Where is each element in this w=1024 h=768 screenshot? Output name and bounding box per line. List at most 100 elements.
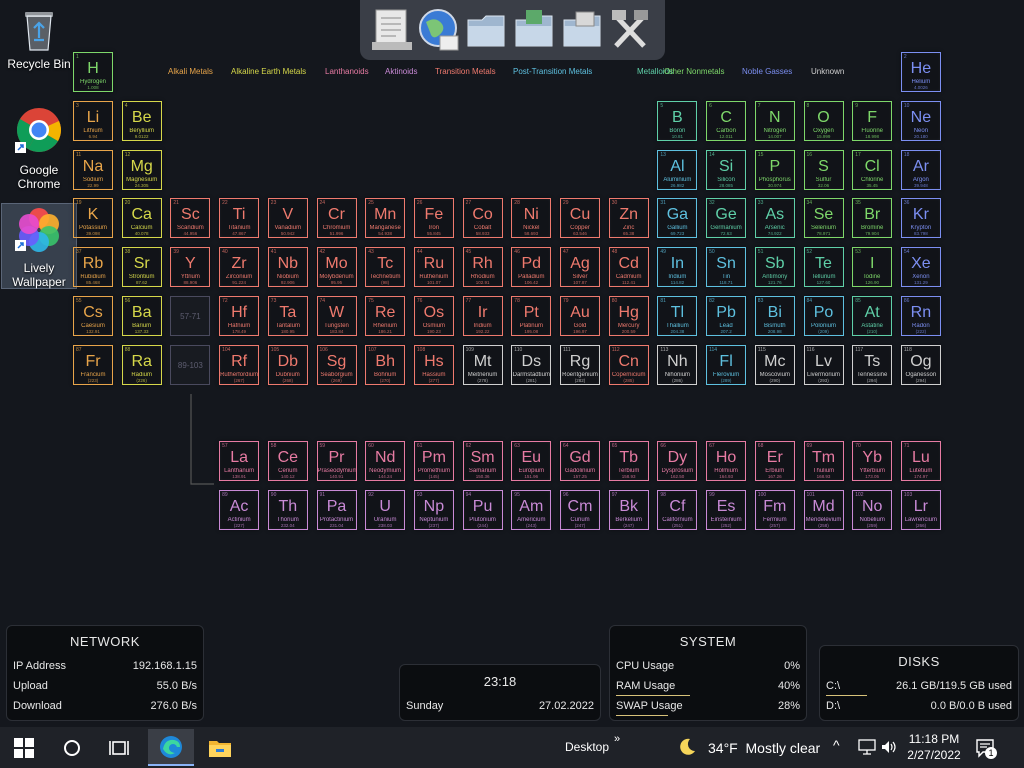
element-cell[interactable]: 92 U Uranium 238.03: [365, 489, 406, 530]
element-cell[interactable]: 81 Tl Thallium 204.38: [657, 296, 698, 336]
element-cell[interactable]: 37 Rb Rubidium 85.468: [73, 247, 113, 288]
element-cell[interactable]: 80 Hg Mercury 200.59: [608, 296, 649, 336]
element-cell[interactable]: 38 Sr Strontium 87.62: [121, 247, 162, 288]
toolbar-chevron-icon[interactable]: »: [614, 733, 620, 745]
element-cell[interactable]: 10 Ne Neon 20.180: [900, 100, 941, 141]
taskbar-explorer-button[interactable]: [208, 737, 232, 764]
element-cell[interactable]: 74 W Tungsten 183.84: [316, 296, 357, 336]
element-cell[interactable]: 89 Ac Actinium (227): [219, 489, 260, 530]
element-cell[interactable]: 39 Y Yttrium 88.906: [170, 247, 211, 288]
element-cell[interactable]: 48 Cd Cadmium 112.41: [608, 247, 649, 288]
element-cell[interactable]: 69 Tm Thulium 168.93: [803, 441, 844, 481]
element-cell[interactable]: 18 Ar Argon 39.948: [900, 149, 941, 190]
element-cell[interactable]: 62 Sm Samarium 150.36: [462, 441, 503, 481]
element-cell[interactable]: 88 Ra Radium (226): [121, 344, 162, 385]
element-cell[interactable]: 87 Fr Francium (223): [73, 344, 113, 385]
element-cell[interactable]: 41 Nb Niobium 92.906: [267, 247, 308, 288]
element-cell[interactable]: 111 Rg Roentgenium (282): [560, 344, 600, 385]
element-cell[interactable]: 113 Nh Nihonium (286): [657, 344, 698, 385]
element-cell[interactable]: 52 Te Tellurium 127.60: [803, 247, 844, 288]
element-cell[interactable]: 114 Fl Flerovium (289): [706, 344, 747, 385]
element-cell[interactable]: 108 Hs Hassium (277): [413, 344, 454, 385]
weather-text[interactable]: 34°F Mostly clear: [708, 740, 820, 756]
element-cell[interactable]: 6 C Carbon 12.011: [706, 100, 747, 141]
element-cell[interactable]: 86 Rn Radon (222): [900, 296, 941, 336]
element-cell[interactable]: 24 Cr Chromium 51.996: [316, 198, 357, 239]
element-cell[interactable]: 91 Pa Protactinium 231.04: [316, 489, 357, 530]
element-cell[interactable]: 1 H Hydrogen 1.008: [73, 52, 113, 92]
element-cell[interactable]: 98 Cf Californium (251): [657, 489, 698, 530]
element-cell[interactable]: 17 Cl Chlorine 35.45: [852, 149, 893, 190]
element-cell[interactable]: 63 Eu Europium 151.96: [511, 441, 552, 481]
element-cell[interactable]: 116 Lv Livermorium (293): [803, 344, 844, 385]
element-cell[interactable]: 12 Mg Magnesium 24.305: [121, 149, 162, 190]
element-cell[interactable]: 57 La Lanthanum 138.91: [219, 441, 260, 481]
element-cell[interactable]: 75 Re Rhenium 186.21: [365, 296, 406, 336]
weather-moon-icon[interactable]: [676, 736, 698, 763]
element-cell[interactable]: 49 In Indium 114.82: [657, 247, 698, 288]
element-cell[interactable]: 27 Co Cobalt 58.933: [462, 198, 503, 239]
element-cell[interactable]: 106 Sg Seaborgium (269): [316, 344, 357, 385]
element-cell[interactable]: 61 Pm Promethium (145): [413, 441, 454, 481]
element-cell[interactable]: 45 Rh Rhodium 102.91: [462, 247, 503, 288]
element-cell[interactable]: 53 I Iodine 126.90: [852, 247, 893, 288]
start-button[interactable]: [14, 738, 34, 763]
element-cell[interactable]: 15 P Phosphorus 30.974: [754, 149, 795, 190]
element-cell[interactable]: 31 Ga Gallium 69.723: [657, 198, 698, 239]
element-cell[interactable]: 72 Hf Hafnium 178.49: [219, 296, 260, 336]
element-cell[interactable]: 32 Ge Germanium 72.63: [706, 198, 747, 239]
element-cell[interactable]: 44 Ru Ruthenium 101.07: [413, 247, 454, 288]
element-cell[interactable]: 84 Po Polonium (209): [803, 296, 844, 336]
element-cell[interactable]: 96 Cm Curium (247): [560, 489, 600, 530]
element-cell[interactable]: 82 Pb Lead 207.2: [706, 296, 747, 336]
tray-chevron-up-icon[interactable]: ^: [833, 737, 840, 753]
element-cell[interactable]: 118 Og Oganesson (294): [900, 344, 941, 385]
element-cell[interactable]: 2 He Helium 4.0026: [900, 52, 941, 92]
taskbar-clock[interactable]: 11:18 PM 2/27/2022: [905, 731, 963, 763]
element-cell[interactable]: 104 Rf Rutherfordium (267): [219, 344, 260, 385]
element-cell[interactable]: 71 Lu Lutetium 174.97: [900, 441, 941, 481]
desktop-toolbar-label[interactable]: Desktop: [565, 740, 609, 754]
element-cell[interactable]: 112 Cn Copernicium (285): [608, 344, 649, 385]
task-view-button[interactable]: [109, 738, 129, 763]
element-cell[interactable]: 36 Kr Krypton 83.798: [900, 198, 941, 239]
element-cell[interactable]: 50 Sn Tin 118.71: [706, 247, 747, 288]
element-cell[interactable]: 21 Sc Scandium 44.956: [170, 198, 211, 239]
element-cell[interactable]: 95 Am Americium (243): [511, 489, 552, 530]
element-cell[interactable]: 77 Ir Iridium 192.22: [462, 296, 503, 336]
element-cell[interactable]: 93 Np Neptunium (237): [413, 489, 454, 530]
element-cell[interactable]: 79 Au Gold 196.97: [560, 296, 600, 336]
element-cell[interactable]: 64 Gd Gadolinium 157.25: [560, 441, 600, 481]
element-cell[interactable]: 83 Bi Bismuth 208.98: [754, 296, 795, 336]
element-cell[interactable]: 73 Ta Tantalum 180.95: [267, 296, 308, 336]
element-cell[interactable]: 97 Bk Berkelium (247): [608, 489, 649, 530]
notification-center-button[interactable]: 1: [975, 737, 997, 764]
element-cell[interactable]: 40 Zr Zirconium 91.224: [219, 247, 260, 288]
element-cell[interactable]: 42 Mo Molybdenum 95.95: [316, 247, 357, 288]
element-cell[interactable]: 22 Ti Titanium 47.867: [219, 198, 260, 239]
element-cell[interactable]: 16 S Sulfur 32.06: [803, 149, 844, 190]
element-cell[interactable]: 94 Pu Plutonium (244): [462, 489, 503, 530]
element-cell[interactable]: 60 Nd Neodymium 144.24: [365, 441, 406, 481]
element-cell[interactable]: 20 Ca Calcium 40.078: [121, 198, 162, 239]
element-cell[interactable]: 30 Zn Zinc 65.38: [608, 198, 649, 239]
element-cell[interactable]: 7 N Nitrogen 14.007: [754, 100, 795, 141]
element-cell[interactable]: 3 Li Lithium 6.94: [73, 100, 113, 141]
element-cell[interactable]: 102 No Nobelium (259): [852, 489, 893, 530]
element-cell[interactable]: 4 Be Beryllium 9.0122: [121, 100, 162, 141]
element-cell[interactable]: 76 Os Osmium 190.23: [413, 296, 454, 336]
element-cell[interactable]: 68 Er Erbium 167.26: [754, 441, 795, 481]
element-cell[interactable]: 70 Yb Ytterbium 173.05: [852, 441, 893, 481]
element-cell[interactable]: 99 Es Einsteinium (252): [706, 489, 747, 530]
element-cell[interactable]: 100 Fm Fermium (257): [754, 489, 795, 530]
element-cell[interactable]: 33 As Arsenic 74.922: [754, 198, 795, 239]
element-cell[interactable]: 43 Tc Technetium (98): [365, 247, 406, 288]
element-cell[interactable]: 29 Cu Copper 63.546: [560, 198, 600, 239]
element-cell[interactable]: 107 Bh Bohrium (270): [365, 344, 406, 385]
element-cell[interactable]: 117 Ts Tennessine (294): [852, 344, 893, 385]
element-cell[interactable]: 5 B Boron 10.81: [657, 100, 698, 141]
element-cell[interactable]: 59 Pr Praseodymium 140.91: [316, 441, 357, 481]
element-cell[interactable]: 8 O Oxygen 15.999: [803, 100, 844, 141]
element-cell[interactable]: 28 Ni Nickel 58.693: [511, 198, 552, 239]
element-cell[interactable]: 55 Cs Caesium 132.91: [73, 296, 113, 336]
